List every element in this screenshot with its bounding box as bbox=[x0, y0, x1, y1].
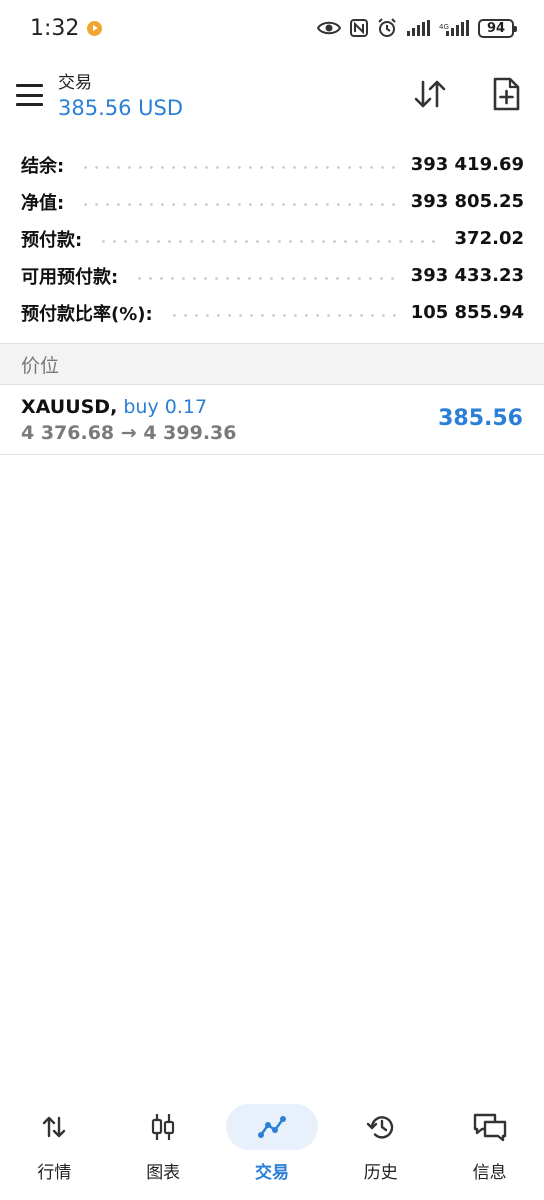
position-profit: 385.56 bbox=[438, 406, 523, 431]
position-prices: 4 376.68 → 4 399.36 bbox=[21, 422, 236, 444]
nav-label: 图表 bbox=[146, 1163, 181, 1183]
summary-row-free-margin: 可用预付款: 393 433.23 bbox=[0, 257, 544, 294]
summary-value: 393 805.25 bbox=[410, 191, 524, 212]
nav-label: 行情 bbox=[37, 1163, 72, 1183]
app-header: 交易 385.56 USD bbox=[0, 60, 544, 134]
header-balance: 385.56 USD bbox=[58, 96, 184, 120]
summary-row-margin: 预付款: 372.02 bbox=[0, 220, 544, 257]
dotted-leader bbox=[80, 166, 397, 169]
quotes-arrows-icon bbox=[8, 1104, 100, 1150]
messages-icon bbox=[444, 1104, 536, 1150]
summary-row-margin-level: 预付款比率(%): 105 855.94 bbox=[0, 294, 544, 331]
svg-text:4G: 4G bbox=[439, 23, 449, 31]
battery-icon: 94 bbox=[478, 18, 517, 38]
summary-label: 净值: bbox=[21, 192, 65, 214]
summary-row-equity: 净值: 393 805.25 bbox=[0, 183, 544, 220]
nav-label: 信息 bbox=[472, 1163, 507, 1183]
nav-item-messages[interactable]: 信息 bbox=[435, 1098, 544, 1188]
sort-arrows-icon bbox=[414, 80, 446, 108]
menu-icon[interactable] bbox=[16, 84, 43, 106]
dotted-leader bbox=[80, 203, 397, 206]
nav-label: 交易 bbox=[254, 1163, 289, 1183]
page-title: 交易 bbox=[58, 73, 92, 93]
summary-row-balance: 结余: 393 419.69 bbox=[0, 146, 544, 183]
new-document-icon bbox=[493, 77, 520, 111]
section-title: 价位 bbox=[21, 354, 60, 377]
position-side-volume: buy 0.17 bbox=[123, 396, 208, 418]
eye-icon bbox=[317, 21, 341, 35]
media-notification-icon bbox=[87, 20, 103, 36]
section-header-positions: 价位 bbox=[0, 343, 544, 385]
nav-item-trade[interactable]: 交易 bbox=[218, 1098, 327, 1188]
nav-item-charts[interactable]: 图表 bbox=[109, 1098, 218, 1188]
summary-label: 预付款: bbox=[21, 229, 83, 251]
position-current-price: 4 399.36 bbox=[143, 422, 237, 444]
sort-button[interactable] bbox=[410, 74, 450, 114]
summary-label: 可用预付款: bbox=[21, 266, 119, 288]
summary-value: 393 433.23 bbox=[410, 265, 524, 286]
nav-label: 历史 bbox=[363, 1163, 398, 1183]
summary-value: 105 855.94 bbox=[410, 302, 524, 323]
arrow-right-icon: → bbox=[120, 422, 137, 444]
nfc-icon bbox=[350, 19, 368, 37]
nav-item-quotes[interactable]: 行情 bbox=[0, 1098, 109, 1188]
status-time: 1:32 bbox=[30, 15, 80, 41]
dotted-leader bbox=[134, 277, 397, 280]
new-order-button[interactable] bbox=[486, 74, 526, 114]
bottom-nav: 行情 图表 交易 历史 信息 bbox=[0, 1098, 544, 1188]
battery-level: 94 bbox=[486, 20, 506, 36]
dotted-leader bbox=[168, 314, 397, 317]
history-clock-icon bbox=[335, 1104, 427, 1150]
position-open-price: 4 376.68 bbox=[21, 422, 115, 444]
candlestick-icon bbox=[117, 1104, 209, 1150]
summary-value: 393 419.69 bbox=[410, 154, 524, 175]
position-symbol: XAUUSD, bbox=[21, 396, 118, 418]
alarm-icon bbox=[378, 18, 396, 37]
summary-label: 预付款比率(%): bbox=[21, 303, 153, 325]
summary-label: 结余: bbox=[21, 155, 65, 177]
status-icons: 4G 94 bbox=[317, 18, 517, 38]
nav-item-history[interactable]: 历史 bbox=[326, 1098, 435, 1188]
summary-value: 372.02 bbox=[454, 228, 524, 249]
dotted-leader bbox=[98, 240, 441, 243]
signal-icon bbox=[407, 20, 430, 36]
status-bar: 1:32 4G 94 bbox=[0, 0, 544, 56]
signal-4g-icon: 4G bbox=[439, 20, 469, 36]
position-row[interactable]: XAUUSD, buy 0.17 4 376.68 → 4 399.36 385… bbox=[0, 386, 544, 455]
position-symbol-line: XAUUSD, buy 0.17 bbox=[21, 396, 207, 418]
trade-line-icon bbox=[225, 1104, 318, 1150]
account-summary: 结余: 393 419.69 净值: 393 805.25 预付款: 372.0… bbox=[0, 146, 544, 331]
